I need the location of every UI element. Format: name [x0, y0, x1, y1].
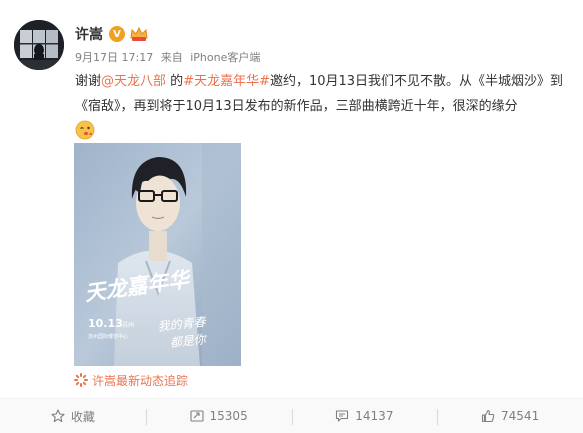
topic-link[interactable]: 许嵩最新动态追踪 — [74, 371, 188, 389]
weibo-post-card: 许嵩 V 9月17日 17:17 来自 iPhone客户端 谢谢@天龙八部 的#… — [0, 0, 583, 433]
action-bar: 收藏 15305 14137 74541 — [0, 398, 583, 433]
mention-link[interactable]: @天龙八部 — [101, 74, 166, 89]
comment-count: 14137 — [355, 409, 394, 423]
topic-link-label: 许嵩最新动态追踪 — [92, 373, 189, 388]
text-segment: 的 — [166, 74, 184, 89]
post-meta: 9月17日 17:17 来自 iPhone客户端 — [75, 49, 260, 65]
poster-date: 10.13 — [88, 317, 123, 330]
vip-crown-icon[interactable] — [129, 26, 149, 42]
text-segment: 谢谢 — [75, 74, 102, 89]
source-prefix: 来自 — [160, 51, 183, 64]
star-burst-icon — [74, 373, 88, 387]
source-client[interactable]: iPhone客户端 — [190, 49, 260, 65]
favorite-button[interactable]: 收藏 — [0, 399, 146, 433]
comment-button[interactable]: 14137 — [291, 399, 438, 433]
star-icon — [51, 409, 65, 423]
post-time[interactable]: 9月17日 17:17 — [75, 49, 153, 65]
like-count: 74541 — [501, 409, 540, 423]
avatar[interactable] — [14, 20, 64, 70]
poster-date-suffix: 苏州 — [122, 321, 134, 329]
kiss-emoji-icon — [75, 120, 95, 140]
favorite-label: 收藏 — [70, 409, 95, 424]
hashtag-link[interactable]: #天龙嘉年华# — [183, 74, 270, 89]
post-image[interactable]: 天龙嘉年华 10.13 苏州 苏州国际博览中心 我的青春 都是你 — [74, 143, 241, 366]
name-row: 许嵩 V — [75, 24, 260, 44]
repost-icon — [189, 410, 204, 422]
post-text: 谢谢@天龙八部 的#天龙嘉年华#邀约，10月13日我们不见不散。从《半城烟沙》到… — [75, 69, 575, 144]
v-verified-icon[interactable]: V — [109, 26, 125, 42]
like-button[interactable]: 74541 — [437, 399, 583, 433]
post-header: 许嵩 V 9月17日 17:17 来自 iPhone客户端 — [75, 24, 260, 65]
comment-icon — [336, 410, 349, 422]
thumbs-up-icon — [481, 409, 495, 423]
username[interactable]: 许嵩 — [75, 24, 103, 44]
repost-button[interactable]: 15305 — [145, 399, 292, 433]
repost-count: 15305 — [209, 409, 248, 423]
poster-venue: 苏州国际博览中心 — [88, 333, 128, 340]
